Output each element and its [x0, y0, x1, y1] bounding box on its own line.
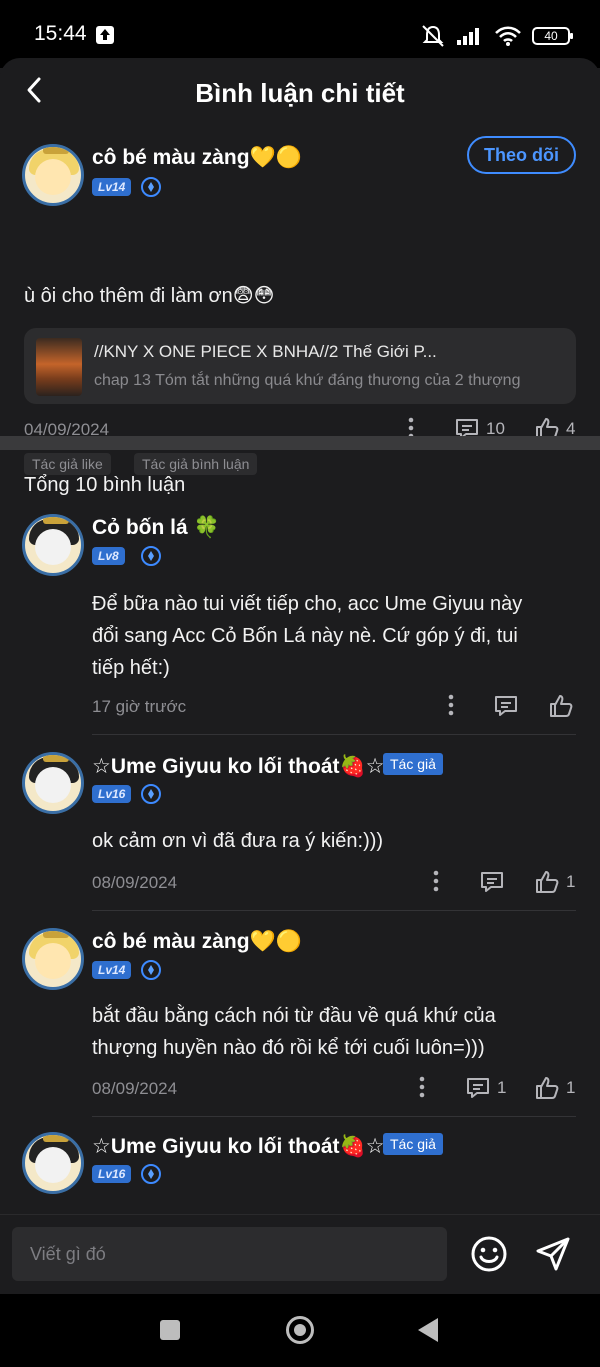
thumbs-up-icon	[536, 871, 559, 893]
more-button[interactable]	[411, 1075, 433, 1099]
comment-detail-screen: Bình luận chi tiết cô bé màu zàng💛🟡 Lv14…	[0, 58, 600, 1294]
avatar[interactable]	[22, 752, 84, 814]
more-vertical-icon	[419, 1076, 425, 1098]
story-card[interactable]: //KNY X ONE PIECE X BNHA//2 Thế Giới P..…	[24, 328, 576, 404]
header: Bình luận chi tiết	[0, 58, 600, 126]
reply-item: Cỏ bốn lá 🍀 Lv8 Để bữa nào tui viết tiếp…	[0, 512, 600, 735]
like-button[interactable]	[548, 693, 574, 719]
author-tag: Tác giả	[383, 1133, 443, 1155]
wifi-icon	[495, 26, 521, 46]
status-icons: 40	[420, 22, 573, 50]
comment-line: Để bữa nào tui viết tiếp cho, acc Ume Gi…	[92, 593, 523, 615]
comment-icon	[481, 872, 503, 892]
comment-date: 08/09/2024	[92, 873, 178, 892]
more-vertical-icon	[448, 694, 454, 716]
comment-line: thượng huyền nào đó rồi kể tới cuối luôn…	[92, 1037, 485, 1059]
like-count: 1	[566, 1078, 576, 1097]
recents-button[interactable]	[160, 1320, 180, 1340]
comment-icon	[467, 1078, 489, 1098]
comment-line: bắt đầu bằng cách nói từ đầu về quá khứ …	[92, 1005, 496, 1027]
story-thumbnail	[36, 338, 82, 396]
username[interactable]: cô bé màu zàng💛🟡	[92, 146, 302, 170]
thumbs-up-icon	[550, 695, 573, 717]
divider	[92, 910, 576, 911]
reply-item: cô bé màu zàng💛🟡 Lv14 bắt đầu bằng cách …	[0, 926, 600, 1117]
status-time: 15:44	[34, 22, 87, 45]
more-vertical-icon	[433, 870, 439, 892]
emoji-button[interactable]	[470, 1235, 508, 1273]
avatar[interactable]	[22, 144, 84, 206]
main-comment: cô bé màu zàng💛🟡 Lv14 Theo dõi ù ôi cho …	[0, 126, 600, 475]
rank-icon	[141, 1164, 161, 1184]
comment-text: bắt đầu bằng cách nói từ đầu về quá khứ …	[92, 1000, 496, 1064]
reply-count: 1	[497, 1078, 507, 1097]
emoji-icon	[471, 1236, 507, 1272]
battery-icon: 40	[532, 27, 573, 45]
reply-button[interactable]: 1	[465, 1076, 506, 1100]
total-comments: Tổng 10 bình luận	[24, 474, 186, 496]
reply-item: ☆Ume Giyuu ko lối thoát🍓☆ Tác giả Lv16 o…	[0, 750, 600, 911]
story-chapter: chap 13 Tóm tắt những quá khứ đáng thươn…	[94, 372, 521, 389]
page-title: Bình luận chi tiết	[195, 78, 405, 108]
reply-button[interactable]	[479, 870, 505, 894]
level-badge: Lv14	[92, 178, 132, 196]
thumbs-up-icon	[536, 1077, 559, 1099]
comment-line: ok cảm ơn vì đã đưa ra ý kiến:)))	[92, 830, 384, 852]
comment-icon	[495, 696, 517, 716]
comment-line: tiếp hết:)	[92, 657, 170, 679]
author-tag: Tác giả	[383, 753, 443, 775]
comment-text: Để bữa nào tui viết tiếp cho, acc Ume Gi…	[92, 588, 522, 684]
divider	[92, 734, 576, 735]
rank-icon	[141, 177, 161, 197]
tag-author-like: Tác giả like	[24, 453, 111, 475]
comment-input[interactable]: Viết gì đó	[12, 1227, 447, 1281]
rank-icon	[141, 784, 161, 804]
avatar[interactable]	[22, 928, 84, 990]
send-button[interactable]	[534, 1235, 572, 1273]
username[interactable]: ☆Ume Giyuu ko lối thoát🍓☆	[92, 1134, 384, 1159]
follow-button[interactable]: Theo dõi	[467, 136, 576, 174]
upload-icon	[96, 26, 114, 44]
send-icon	[536, 1237, 570, 1271]
section-divider	[0, 436, 600, 450]
level-badge: Lv16	[92, 1165, 132, 1183]
reply-item: ☆Ume Giyuu ko lối thoát🍓☆ Tác giả Lv16	[0, 1130, 600, 1210]
more-button[interactable]	[440, 693, 462, 717]
comment-date: 08/09/2024	[92, 1079, 178, 1098]
comment-date: 17 giờ trước	[92, 697, 187, 716]
comment-text: ok cảm ơn vì đã đưa ra ý kiến:)))	[92, 825, 383, 857]
divider	[92, 1116, 576, 1117]
username[interactable]: ☆Ume Giyuu ko lối thoát🍓☆	[92, 754, 384, 779]
reply-button[interactable]	[493, 694, 519, 718]
like-count: 1	[566, 872, 576, 891]
level-badge: Lv14	[92, 961, 132, 979]
system-back-button[interactable]	[418, 1318, 438, 1342]
like-button[interactable]: 1	[534, 1075, 575, 1101]
like-button[interactable]: 1	[534, 869, 575, 895]
comment-line: đổi sang Acc Cỏ Bốn Lá này nè. Cứ góp ý …	[92, 625, 518, 647]
avatar[interactable]	[22, 514, 84, 576]
tag-author-comment: Tác giả bình luận	[134, 453, 258, 475]
more-button[interactable]	[425, 869, 447, 893]
avatar[interactable]	[22, 1132, 84, 1194]
comment-text: ù ôi cho thêm đi làm ơn😨😳	[24, 285, 275, 307]
signal-icon	[457, 28, 479, 45]
level-badge: Lv8	[92, 547, 125, 565]
system-nav-bar	[0, 1294, 600, 1367]
mute-bell-icon	[422, 25, 444, 47]
home-button[interactable]	[286, 1316, 314, 1344]
username[interactable]: Cỏ bốn lá 🍀	[92, 516, 220, 540]
username[interactable]: cô bé màu zàng💛🟡	[92, 930, 302, 954]
level-badge: Lv16	[92, 785, 132, 803]
rank-icon	[141, 546, 161, 566]
story-title: //KNY X ONE PIECE X BNHA//2 Thế Giới P..…	[94, 342, 437, 361]
rank-icon	[141, 960, 161, 980]
comment-composer: Viết gì đó	[0, 1214, 600, 1294]
